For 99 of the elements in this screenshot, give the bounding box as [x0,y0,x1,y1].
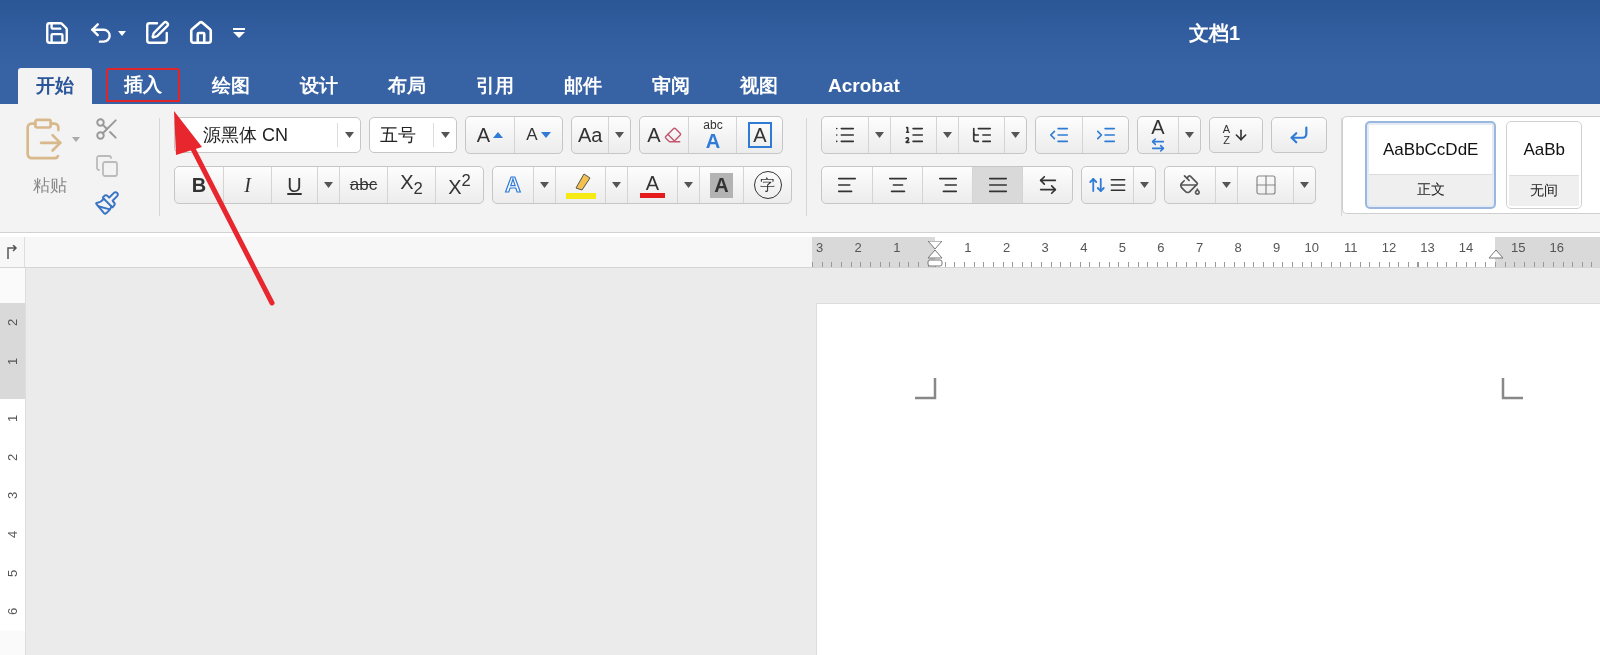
ruler-number: 6 [4,606,21,618]
caret-icon [1140,182,1149,188]
font-color-button[interactable]: A [627,167,677,203]
paintbrush-icon [94,190,120,216]
edit-icon [144,20,170,46]
ruler-number: 2 [853,239,863,257]
caret-icon [1185,132,1194,138]
caret-icon [612,182,621,188]
numbered-list-icon [902,124,925,146]
bold-button[interactable]: B [175,167,223,203]
ribbon-tab[interactable]: 插入 [106,68,180,102]
window-title: 文档1 [1188,20,1240,46]
ruler-number: 11 [1343,239,1359,257]
caret-icon [118,30,126,36]
strikethrough-button[interactable]: abc [339,167,387,203]
ribbon-tab[interactable]: 设计 [282,68,356,104]
ruler-number: 3 [815,239,825,257]
customize-icon[interactable] [232,28,246,38]
ruler-number: 15 [1510,239,1527,257]
ruler-number: 7 [1194,239,1205,257]
ribbon-tab[interactable]: 视图 [722,68,796,104]
tab-stop-icon[interactable] [6,245,18,259]
ruler-number: 13 [1419,239,1436,257]
caret-icon [615,132,625,138]
triangle-up-icon [493,132,504,138]
ruler-number: 9 [1272,239,1282,257]
up-down-arrow-icon [1088,176,1106,194]
style-item[interactable]: AaBbCcDdE 正文 [1365,121,1497,209]
grow-font-button[interactable]: A [466,117,514,153]
paint-bucket-icon [1179,174,1201,196]
ruler-number: 1 [4,356,21,367]
home-icon [188,20,214,46]
ruler-number: 14 [1457,239,1475,257]
underline-button[interactable]: U [271,167,317,203]
caret-icon [72,136,80,142]
caret-icon [324,182,333,188]
indent-marker-icon[interactable] [1488,249,1504,259]
ruler-number: 10 [1303,239,1320,257]
left-right-arrow-icon [1150,137,1166,153]
ribbon-tab[interactable]: 开始 [18,68,92,104]
char-shading-button[interactable]: A [699,167,743,203]
caret-icon [684,182,693,188]
ruler-number: 8 [1233,239,1243,257]
ruler-number: 5 [1117,239,1127,257]
enclose-char-button[interactable]: 字 [743,167,791,203]
clear-format-button[interactable]: A [640,117,689,153]
superscript-button[interactable]: X$^{2}$ [435,167,483,203]
ruler-number: 16 [1548,239,1566,257]
caret-icon [1011,132,1020,138]
paragraph-marks-button[interactable] [1271,117,1327,153]
ribbon-tab[interactable]: 布局 [370,68,444,104]
ruler-number: 2 [4,452,21,463]
phonetic-button[interactable]: abc A [688,117,737,153]
caret-icon [440,132,450,138]
ruler-number: 5 [4,568,21,579]
ruler-number: 1 [892,239,902,257]
ruler-number: 12 [1380,239,1398,257]
caret-icon [943,132,952,138]
lines-icon [1109,176,1127,194]
ribbon-tab[interactable]: 绘图 [194,68,268,104]
ruler-number: 4 [4,529,21,540]
margin-corner-icon [915,378,937,400]
undo-icon [88,20,114,46]
ruler-number: 2 [1001,239,1012,257]
eraser-icon [663,126,682,144]
margin-corner-icon [1501,378,1523,400]
indent-marker-icon[interactable] [927,241,943,267]
border-grid-icon [1253,173,1278,197]
caret-icon [875,132,884,138]
return-arrow-icon [1288,124,1310,146]
save-icon [44,20,70,46]
style-item[interactable]: AaBb 无间 [1506,121,1583,209]
triangle-down-icon [540,132,551,138]
ruler-number: 1 [963,239,973,257]
ruler-number: 3 [4,491,21,502]
copy-icon [95,154,119,178]
caret-icon [540,182,549,188]
caret-icon [344,132,354,138]
change-case-button[interactable]: Aa [572,117,609,153]
sort-button[interactable]: A Z [1209,117,1263,153]
ruler-number: 4 [1079,239,1089,257]
shrink-font-button[interactable]: A [514,117,562,153]
ribbon-tab[interactable]: 引用 [458,68,532,104]
ribbon-tab[interactable]: 邮件 [546,68,620,104]
ruler-number: 6 [1156,239,1166,257]
char-border-button[interactable]: A [736,117,783,153]
subscript-button[interactable]: X$_{2}$ [387,167,435,203]
ruler-number: 1 [4,413,21,425]
ruler-number: 2 [4,317,21,328]
caret-icon [1300,182,1309,188]
ruler-number: 3 [1040,239,1050,257]
ribbon-tab[interactable]: Acrobat [810,68,918,104]
font-name-field[interactable]: 源黑体 CN [174,117,361,153]
char-spacing-button[interactable]: A [1138,117,1178,153]
scissors-icon [94,116,120,142]
font-size-field[interactable]: 五号 [369,117,457,153]
italic-button[interactable]: I [223,167,271,203]
ribbon-tab[interactable]: 审阅 [634,68,708,104]
caret-icon [1222,182,1231,188]
